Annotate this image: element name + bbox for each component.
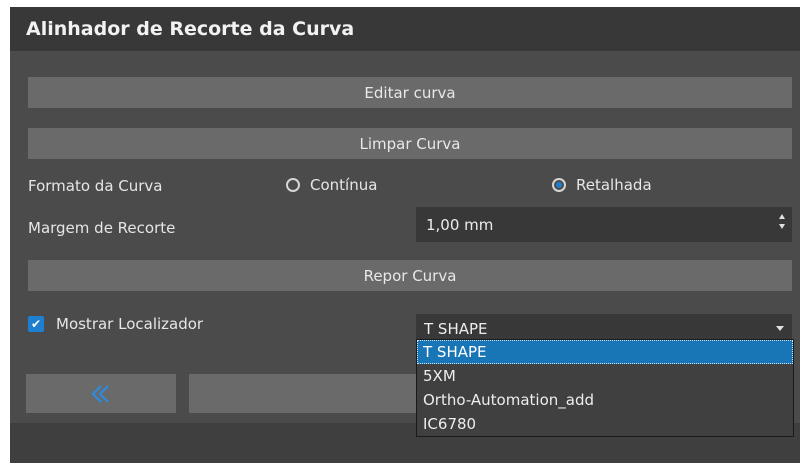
panel-title: Alinhador de Recorte da Curva: [26, 18, 355, 40]
radio-segmented-label: Retalhada: [576, 176, 652, 194]
dropdown-option-ic6780[interactable]: IC6780: [417, 412, 793, 436]
spin-down-icon[interactable]: [779, 224, 785, 229]
show-locator-label: Mostrar Localizador: [56, 315, 204, 333]
title-bar: Alinhador de Recorte da Curva: [10, 7, 800, 51]
trim-margin-spinbox[interactable]: 1,00 mm: [416, 207, 792, 242]
radio-continuous-indicator: [286, 178, 300, 192]
radio-segmented[interactable]: Retalhada: [552, 176, 652, 194]
chevron-down-icon: [776, 326, 784, 331]
dropdown-option-ortho-automation-add[interactable]: Ortho-Automation_add: [417, 388, 793, 412]
checkbox-checked-icon: ✔: [28, 316, 44, 332]
spin-arrows[interactable]: [778, 214, 786, 229]
locator-shape-value: T SHAPE: [424, 319, 488, 338]
show-locator-checkbox[interactable]: ✔ Mostrar Localizador: [28, 315, 203, 333]
edit-curve-button[interactable]: Editar curva: [28, 77, 792, 108]
reset-curve-button[interactable]: Repor Curva: [28, 260, 792, 291]
curve-format-label: Formato da Curva: [28, 177, 163, 195]
trim-margin-value: 1,00 mm: [426, 215, 494, 234]
radio-continuous-label: Contínua: [310, 176, 378, 194]
dropdown-option-5xm[interactable]: 5XM: [417, 364, 793, 388]
dropdown-option-t-shape[interactable]: T SHAPE: [417, 340, 793, 364]
radio-segmented-indicator: [552, 178, 566, 192]
locator-shape-dropdown-list[interactable]: T SHAPE 5XM Ortho-Automation_add IC6780: [416, 339, 794, 437]
trim-margin-label: Margem de Recorte: [28, 219, 176, 237]
double-chevron-left-icon: [91, 384, 109, 403]
spin-up-icon[interactable]: [779, 214, 785, 219]
back-button[interactable]: [26, 374, 176, 413]
clear-curve-button[interactable]: Limpar Curva: [28, 128, 792, 159]
radio-continuous[interactable]: Contínua: [286, 176, 377, 194]
